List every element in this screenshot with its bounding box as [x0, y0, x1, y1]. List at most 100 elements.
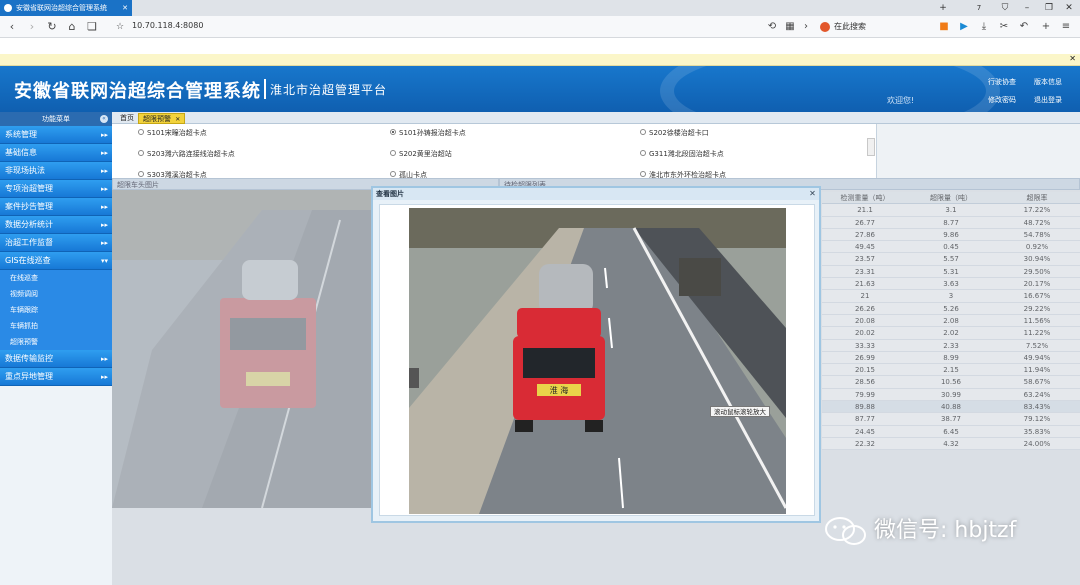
sidebar-item-offsite[interactable]: 非现场执法 ▸▸: [0, 162, 112, 180]
sidebar-subitem-video[interactable]: 视频调阅: [0, 286, 112, 302]
browser-tab[interactable]: 安徽省联网治超综合管理系统 ✕: [0, 0, 132, 16]
undo-icon[interactable]: ↶: [1018, 21, 1030, 33]
address-bar: ‹ › ↻ ⌂ ❏ ☆ 10.70.118.4:8080 ⟲ ▦ › 在此搜索 …: [0, 16, 1080, 38]
browser-tab-title: 安徽省联网治超综合管理系统: [16, 4, 107, 12]
header-link-version[interactable]: 版本信息: [1034, 77, 1062, 87]
sidebar-item-case[interactable]: 案件抄告管理 ▸▸: [0, 198, 112, 216]
sidebar-item-label: 基础信息: [5, 148, 37, 157]
sidebar-item-remote[interactable]: 重点异地管理 ▸▸: [0, 368, 112, 386]
sidebar-item-gis[interactable]: GIS在线巡查 ▾▾: [0, 252, 112, 270]
radio-icon: [138, 150, 144, 156]
station-radio[interactable]: S202黄里治超站: [390, 149, 452, 159]
bookmark-bar: [0, 38, 1080, 54]
home-icon[interactable]: ⌂: [64, 19, 80, 35]
close-tab-icon[interactable]: ✕: [122, 0, 128, 16]
filter-scrollbar[interactable]: [867, 138, 875, 156]
radio-icon: [390, 150, 396, 156]
sidebar-item-system[interactable]: 系统管理 ▸▸: [0, 126, 112, 144]
station-label: S203濉六路连接线治超卡点: [147, 150, 235, 158]
dialog-title: 查看图片: [373, 188, 819, 200]
header-link-query[interactable]: 行驶协查: [988, 77, 1016, 87]
new-tab-icon[interactable]: +: [934, 0, 952, 16]
double-chevron-icon: ▸▸: [100, 149, 108, 157]
double-chevron-icon: ▸▸: [100, 131, 108, 139]
sidebar-item-label: 数据分析统计: [5, 220, 53, 229]
sidebar-subitem-capture[interactable]: 车辆抓拍: [0, 318, 112, 334]
bookmark-star-icon[interactable]: ☆: [112, 19, 128, 35]
wechat-watermark: 微信号: hbjtzf: [824, 514, 1016, 548]
play-icon[interactable]: ▶: [958, 21, 970, 33]
station-radio[interactable]: S203濉六路连接线治超卡点: [138, 149, 235, 159]
station-filter: S101宋疃治超卡点 S101孙铸报治超卡点 S202徐楼治超卡口 S203濉六…: [112, 124, 877, 179]
translate-icon[interactable]: ⟲: [766, 21, 778, 33]
plate-text: 淮 海: [550, 385, 569, 395]
tab-overload-warning[interactable]: 超限预警 ✕: [138, 113, 186, 124]
close-window-icon[interactable]: ✕: [1060, 0, 1078, 16]
content-tabs: 首页 超限预警 ✕: [112, 112, 1080, 124]
tab-label: 超限预警: [143, 115, 171, 123]
sidebar-item-label: 专项治超管理: [5, 184, 53, 193]
sidebar-subitem-warning[interactable]: 超限预警: [0, 334, 112, 350]
notice-close-icon[interactable]: ✕: [1069, 54, 1076, 63]
double-chevron-icon: ▸▸: [100, 167, 108, 175]
sidebar-item-supervision[interactable]: 治超工作监督 ▸▸: [0, 234, 112, 252]
grid-icon[interactable]: ▦: [784, 21, 796, 33]
back-icon[interactable]: ‹: [4, 19, 20, 35]
radio-selected-icon: [390, 129, 396, 135]
menu-icon[interactable]: ≡: [1060, 21, 1072, 33]
collapse-icon[interactable]: «: [100, 115, 108, 123]
station-radio[interactable]: G311濉北段固治超卡点: [640, 149, 724, 159]
minimize-icon[interactable]: –: [1018, 0, 1036, 16]
url-field[interactable]: 10.70.118.4:8080: [132, 21, 203, 30]
refresh-icon[interactable]: ↻: [44, 19, 60, 35]
download-icon[interactable]: ⤓: [978, 21, 990, 33]
site-favicon-icon: [4, 4, 12, 12]
sidebar: 功能菜单 « 系统管理 ▸▸ 基础信息 ▸▸ 非现场执法 ▸▸ 专项治超管理 ▸▸ 案件…: [0, 112, 112, 585]
double-chevron-icon: ▸▸: [100, 203, 108, 211]
sidebar-item-label: GIS在线巡查: [5, 256, 51, 265]
station-label: G311濉北段固治超卡点: [649, 150, 724, 158]
sidebar-heading-label: 功能菜单: [42, 115, 70, 123]
truck-photo[interactable]: 淮 海: [409, 208, 786, 514]
double-chevron-icon: ▸▸: [100, 185, 108, 193]
radio-icon: [640, 171, 646, 177]
welcome-text: 欢迎您!: [887, 96, 915, 105]
sidebar-item-label: 重点异地管理: [5, 372, 53, 381]
double-chevron-icon: ▸▸: [100, 239, 108, 247]
chevron-right-icon[interactable]: ›: [800, 21, 812, 33]
station-radio[interactable]: S101孙铸报治超卡点: [390, 128, 466, 138]
title-divider: [264, 79, 266, 99]
sidebar-heading: 功能菜单 «: [0, 112, 112, 126]
search-placeholder: 在此搜索: [834, 22, 866, 31]
sidebar-subitem-tracking[interactable]: 车辆跟踪: [0, 302, 112, 318]
sidebar-item-label: 案件抄告管理: [5, 202, 53, 211]
sidebar-item-label: 数据传输监控: [5, 354, 53, 363]
sidebar-item-basic-info[interactable]: 基础信息 ▸▸: [0, 144, 112, 162]
header-link-logout[interactable]: 退出登录: [1034, 95, 1062, 105]
close-tab-icon[interactable]: ✕: [175, 116, 180, 123]
truck-photo-graphic: 淮 海: [409, 208, 786, 514]
sidebar-item-transmission[interactable]: 数据传输监控 ▸▸: [0, 350, 112, 368]
tab-home[interactable]: 首页: [116, 113, 138, 124]
header-link-password[interactable]: 修改密码: [988, 95, 1016, 105]
sidebar-item-special[interactable]: 专项治超管理 ▸▸: [0, 180, 112, 198]
scissors-icon[interactable]: ✂: [998, 21, 1010, 33]
shield-icon[interactable]: ⛉: [996, 0, 1014, 16]
tab-count-badge[interactable]: 7: [970, 0, 988, 16]
reader-icon[interactable]: ❏: [84, 19, 100, 35]
forward-icon[interactable]: ›: [24, 19, 40, 35]
search-box[interactable]: 在此搜索: [818, 20, 926, 34]
close-icon[interactable]: ✕: [808, 189, 817, 198]
maximize-icon[interactable]: ❐: [1040, 0, 1058, 16]
video-icon[interactable]: ■: [938, 21, 950, 33]
station-radio[interactable]: S202徐楼治超卡口: [640, 128, 709, 138]
sidebar-item-stats[interactable]: 数据分析统计 ▸▸: [0, 216, 112, 234]
browser-tabbar: 安徽省联网治超综合管理系统 ✕ + 7 ⛉ – ❐ ✕: [0, 0, 1080, 16]
sidebar-item-label: 系统管理: [5, 130, 37, 139]
radio-icon: [390, 171, 396, 177]
sidebar-subitem-patrol[interactable]: 在线巡查: [0, 270, 112, 286]
station-radio[interactable]: S101宋疃治超卡点: [138, 128, 207, 138]
double-chevron-icon: ▸▸: [100, 373, 108, 381]
app-title: 安徽省联网治超综合管理系统: [14, 81, 261, 102]
add-icon[interactable]: +: [1040, 21, 1052, 33]
